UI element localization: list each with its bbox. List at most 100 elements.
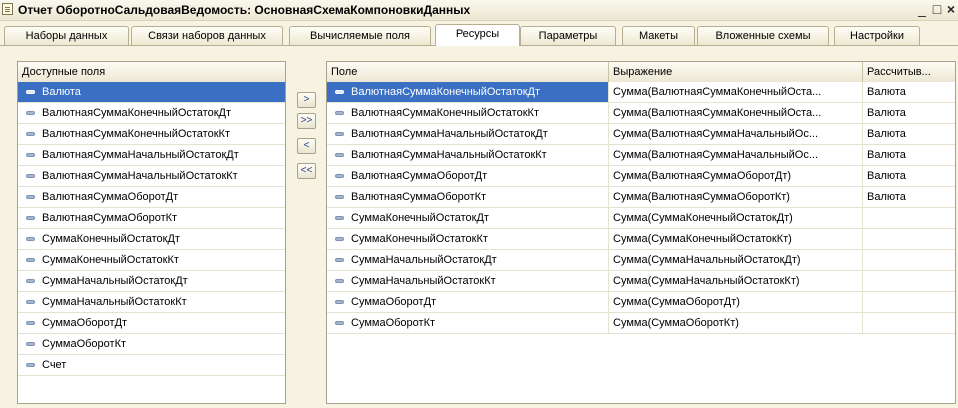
field-icon [335,153,344,157]
list-item[interactable]: Счет [18,355,285,376]
list-item[interactable]: ВалютнаяСуммаОборотКт [18,208,285,229]
field-icon [26,363,35,367]
cell-expression[interactable]: Сумма(СуммаНачальныйОстатокДт) [609,250,863,270]
cell-field[interactable]: СуммаОборотДт [327,292,609,312]
add-field-button[interactable]: > [297,92,316,108]
field-name: ВалютнаяСуммаКонечныйОстатокДт [351,86,541,98]
cell-calculate-by[interactable] [863,208,955,228]
cell-field[interactable]: ВалютнаяСуммаОборотКт [327,187,609,207]
resources-table[interactable]: Поле Выражение Рассчитыв... ВалютнаяСумм… [326,61,956,404]
field-name: СуммаКонечныйОстатокКт [351,233,488,245]
field-icon [335,195,344,199]
cell-field[interactable]: СуммаНачальныйОстатокДт [327,250,609,270]
cell-calculate-by[interactable]: Валюта [863,187,955,207]
list-item[interactable]: ВалютнаяСуммаОборотДт [18,187,285,208]
tab-settings[interactable]: Настройки [834,26,920,45]
available-fields-list[interactable]: Доступные поля Валюта ВалютнаяСуммаКонечн… [17,61,286,404]
field-icon [26,153,35,157]
list-item[interactable]: ВалютнаяСуммаКонечныйОстатокКт [18,124,285,145]
minimize-button[interactable]: _ [914,1,930,17]
field-icon [26,258,35,262]
list-item[interactable]: СуммаОборотДт [18,313,285,334]
list-item[interactable]: СуммаКонечныйОстатокКт [18,250,285,271]
add-all-fields-button[interactable]: >> [297,113,316,129]
close-button[interactable]: × [943,1,958,17]
table-row[interactable]: ВалютнаяСуммаОборотДт Сумма(ВалютнаяСумма… [327,166,955,187]
table-row[interactable]: СуммаНачальныйОстатокКт Сумма(СуммаНачаль… [327,271,955,292]
cell-calculate-by[interactable] [863,229,955,249]
field-name: СуммаНачальныйОстатокДт [351,254,497,266]
remove-all-fields-button[interactable]: << [297,163,316,179]
field-name: СуммаНачальныйОстатокКт [351,275,496,287]
cell-calculate-by[interactable]: Валюта [863,166,955,186]
cell-expression[interactable]: Сумма(ВалютнаяСуммаОборотКт) [609,187,863,207]
cell-expression[interactable]: Сумма(СуммаКонечныйОстатокДт) [609,208,863,228]
column-header-calculate-by[interactable]: Рассчитыв... [863,62,955,82]
tab-dataset-links[interactable]: Связи наборов данных [131,26,283,45]
table-row[interactable]: ВалютнаяСуммаКонечныйОстатокДт Сумма(Валю… [327,82,955,103]
tab-nested-schemas[interactable]: Вложенные схемы [697,26,829,45]
cell-expression[interactable]: Сумма(ВалютнаяСуммаНачальныйОс... [609,145,863,165]
table-row[interactable]: ВалютнаяСуммаКонечныйОстатокКт Сумма(Валю… [327,103,955,124]
cell-calculate-by[interactable] [863,292,955,312]
field-icon [26,132,35,136]
tab-templates[interactable]: Макеты [622,26,695,45]
remove-field-button[interactable]: < [297,138,316,154]
cell-field[interactable]: ВалютнаяСуммаКонечныйОстатокКт [327,103,609,123]
cell-expression[interactable]: Сумма(ВалютнаяСуммаКонечныйОста... [609,82,863,102]
cell-calculate-by[interactable] [863,250,955,270]
cell-expression[interactable]: Сумма(СуммаОборотКт) [609,313,863,333]
cell-expression[interactable]: Сумма(СуммаОборотДт) [609,292,863,312]
list-item[interactable]: СуммаНачальныйОстатокКт [18,292,285,313]
table-row[interactable]: СуммаНачальныйОстатокДт Сумма(СуммаНачаль… [327,250,955,271]
cell-field[interactable]: СуммаОборотКт [327,313,609,333]
column-header-expression[interactable]: Выражение [609,62,863,82]
table-row[interactable]: СуммаКонечныйОстатокДт Сумма(СуммаКонечны… [327,208,955,229]
field-name: ВалютнаяСуммаНачальныйОстатокДт [42,149,239,161]
tab-resources[interactable]: Ресурсы [435,24,520,46]
table-row[interactable]: ВалютнаяСуммаНачальныйОстатокКт Сумма(Вал… [327,145,955,166]
cell-expression[interactable]: Сумма(СуммаНачальныйОстатокКт) [609,271,863,291]
table-row[interactable]: СуммаОборотКт Сумма(СуммаОборотКт) [327,313,955,334]
cell-expression[interactable]: Сумма(СуммаКонечныйОстатокКт) [609,229,863,249]
cell-field[interactable]: ВалютнаяСуммаНачальныйОстатокКт [327,145,609,165]
field-icon [335,132,344,136]
table-row[interactable]: СуммаОборотДт Сумма(СуммаОборотДт) [327,292,955,313]
tab-parameters[interactable]: Параметры [520,26,616,45]
cell-calculate-by[interactable]: Валюта [863,82,955,102]
column-header-field[interactable]: Поле [327,62,609,82]
cell-field[interactable]: ВалютнаяСуммаОборотДт [327,166,609,186]
table-row[interactable]: ВалютнаяСуммаОборотКт Сумма(ВалютнаяСумма… [327,187,955,208]
list-item[interactable]: СуммаНачальныйОстатокДт [18,271,285,292]
field-name: СуммаКонечныйОстатокДт [351,212,489,224]
field-name: ВалютнаяСуммаОборотКт [351,191,487,203]
table-row[interactable]: ВалютнаяСуммаНачальныйОстатокДт Сумма(Вал… [327,124,955,145]
list-item[interactable]: СуммаКонечныйОстатокДт [18,229,285,250]
field-icon [335,258,344,262]
cell-calculate-by[interactable]: Валюта [863,124,955,144]
table-row[interactable]: СуммаКонечныйОстатокКт Сумма(СуммаКонечны… [327,229,955,250]
cell-field[interactable]: ВалютнаяСуммаНачальныйОстатокДт [327,124,609,144]
window-title: Отчет ОборотноСальдоваяВедомость: Основн… [18,3,471,17]
list-item[interactable]: ВалютнаяСуммаКонечныйОстатокДт [18,103,285,124]
cell-calculate-by[interactable]: Валюта [863,103,955,123]
cell-expression[interactable]: Сумма(ВалютнаяСуммаНачальныйОс... [609,124,863,144]
cell-field[interactable]: СуммаНачальныйОстатокКт [327,271,609,291]
tab-calculated-fields[interactable]: Вычисляемые поля [289,26,431,45]
column-header-available-fields: Доступные поля [22,66,106,78]
list-item[interactable]: Валюта [18,82,285,103]
cell-field[interactable]: СуммаКонечныйОстатокКт [327,229,609,249]
list-item[interactable]: ВалютнаяСуммаНачальныйОстатокДт [18,145,285,166]
cell-calculate-by[interactable] [863,313,955,333]
list-item[interactable]: ВалютнаяСуммаНачальныйОстатокКт [18,166,285,187]
cell-calculate-by[interactable]: Валюта [863,145,955,165]
cell-field[interactable]: ВалютнаяСуммаКонечныйОстатокДт [327,82,609,102]
cell-calculate-by[interactable] [863,271,955,291]
field-icon [335,321,344,325]
cell-expression[interactable]: Сумма(ВалютнаяСуммаКонечныйОста... [609,103,863,123]
cell-expression[interactable]: Сумма(ВалютнаяСуммаОборотДт) [609,166,863,186]
field-icon [26,195,35,199]
cell-field[interactable]: СуммаКонечныйОстатокДт [327,208,609,228]
list-item[interactable]: СуммаОборотКт [18,334,285,355]
tab-datasets[interactable]: Наборы данных [4,26,129,45]
